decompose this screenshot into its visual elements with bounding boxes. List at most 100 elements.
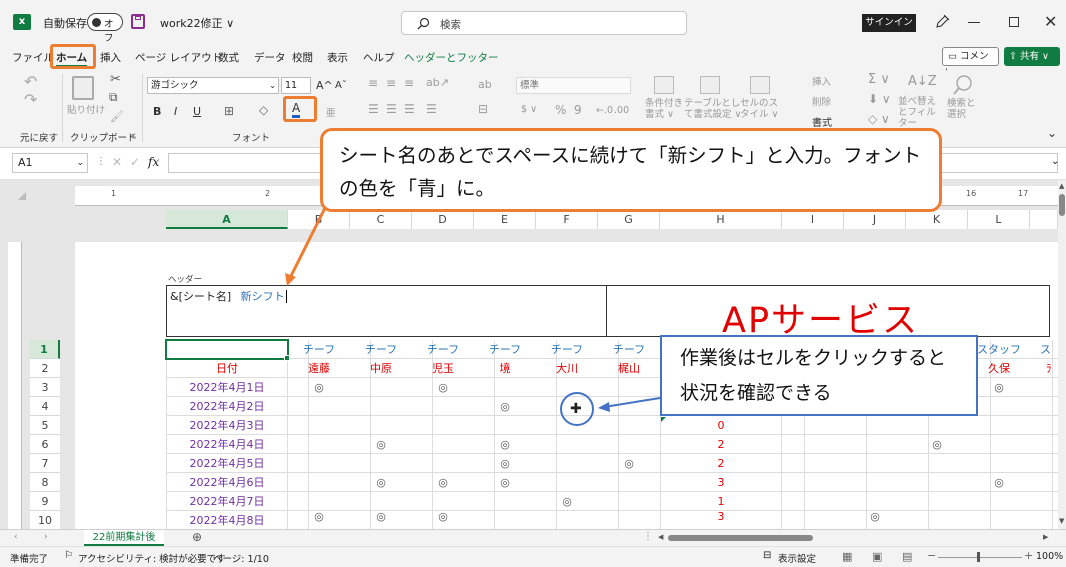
align-bottom-icon[interactable]: ≡ bbox=[404, 76, 414, 90]
prev-sheet-icon[interactable]: ‹ bbox=[14, 532, 18, 542]
comment-button[interactable]: ▭ コメント bbox=[942, 47, 999, 79]
clipboard-launcher-icon[interactable]: ⬊ bbox=[130, 132, 137, 141]
horizontal-scroll-thumb[interactable] bbox=[668, 535, 813, 541]
decrease-decimal-icon[interactable]: .00 bbox=[614, 105, 629, 116]
paste-label[interactable]: 貼り付け bbox=[67, 102, 105, 116]
paste-icon[interactable] bbox=[72, 76, 94, 100]
font-color-button[interactable]: A bbox=[292, 102, 301, 118]
align-middle-icon[interactable]: ≡ bbox=[386, 76, 396, 90]
autosum-icon[interactable]: Σ ∨ bbox=[868, 72, 890, 87]
restore-button[interactable] bbox=[1009, 17, 1019, 27]
font-name-select[interactable]: 游ゴシック ⌄ bbox=[147, 77, 279, 94]
shrink-font-icon[interactable]: Aˇ bbox=[335, 80, 347, 91]
display-settings-icon[interactable]: ⊟ bbox=[763, 550, 771, 561]
tab-formulas[interactable]: 数式 bbox=[218, 50, 239, 65]
find-select-label[interactable]: 検索と選択 bbox=[947, 98, 977, 120]
collapse-ribbon-icon[interactable]: ⌄ bbox=[1047, 126, 1057, 140]
wrap-text-icon[interactable]: ab bbox=[478, 78, 492, 91]
zoom-out-icon[interactable]: − bbox=[927, 549, 936, 562]
fill-color-icon[interactable]: ◇ bbox=[259, 103, 268, 117]
cell-style-label[interactable]: セルのスタイル ∨ bbox=[740, 98, 784, 120]
enter-icon[interactable]: ✓ bbox=[130, 155, 140, 169]
tab-help[interactable]: ヘルプ bbox=[363, 50, 395, 65]
italic-button[interactable]: I bbox=[174, 105, 177, 118]
comma-button[interactable]: 9 bbox=[574, 103, 582, 117]
scroll-thumb[interactable] bbox=[1059, 194, 1065, 216]
close-button[interactable]: ✕ bbox=[1044, 12, 1057, 31]
autosave-toggle[interactable]: オフ bbox=[87, 13, 123, 44]
tab-insert[interactable]: 挿入 bbox=[100, 50, 121, 65]
accessibility-icon[interactable]: ⚐ bbox=[64, 550, 73, 561]
zoom-level[interactable]: 100% bbox=[1036, 551, 1063, 562]
align-center-icon[interactable]: ☰ bbox=[386, 102, 397, 116]
sort-filter-icon[interactable]: A↓Z bbox=[908, 74, 937, 89]
filename[interactable]: work22修正 ∨ bbox=[160, 15, 234, 31]
cancel-icon[interactable]: ✕ bbox=[112, 155, 122, 169]
orientation-icon[interactable]: ab↗ bbox=[426, 76, 449, 89]
page-break-view-icon[interactable]: ▤ bbox=[902, 550, 912, 563]
page-layout-view-icon[interactable]: ▣ bbox=[872, 550, 882, 563]
signin-button[interactable]: サインイン bbox=[862, 14, 916, 32]
scroll-down-icon[interactable]: ▼ bbox=[1059, 517, 1064, 525]
minimize-button[interactable] bbox=[968, 22, 980, 23]
fill-icon[interactable]: ⬇ ∨ bbox=[868, 92, 891, 106]
clear-icon[interactable]: ◇ ∨ bbox=[868, 112, 890, 126]
underline-button[interactable]: U bbox=[193, 105, 201, 118]
tab-review[interactable]: 校閲 bbox=[292, 50, 313, 65]
percent-button[interactable]: % bbox=[555, 103, 566, 117]
scroll-up-icon[interactable]: ▲ bbox=[1059, 182, 1064, 190]
display-settings-label[interactable]: 表示設定 bbox=[778, 551, 816, 565]
align-top-icon[interactable]: ≡ bbox=[368, 76, 378, 90]
hscroll-left-icon[interactable]: ◀ bbox=[658, 533, 663, 541]
format-painter-icon[interactable]: 🖌 bbox=[110, 110, 124, 123]
vertical-scrollbar[interactable]: ▲ ▼ bbox=[1058, 180, 1066, 529]
align-left-icon[interactable]: ☰ bbox=[368, 102, 379, 116]
tab-file[interactable]: ファイル bbox=[12, 50, 54, 65]
borders-icon[interactable]: ⊞ bbox=[224, 104, 234, 118]
cut-icon[interactable]: ✂ bbox=[110, 72, 121, 87]
save-icon[interactable] bbox=[131, 14, 145, 29]
tab-data[interactable]: データ bbox=[254, 50, 286, 65]
cond-format-icon[interactable] bbox=[654, 76, 674, 94]
grow-font-icon[interactable]: A^ bbox=[316, 79, 333, 92]
undo-icon[interactable]: ↶ bbox=[24, 72, 37, 91]
search-box[interactable]: 検索 bbox=[401, 11, 687, 35]
next-sheet-icon[interactable]: › bbox=[44, 532, 48, 542]
zoom-in-icon[interactable]: + bbox=[1024, 549, 1033, 562]
copy-icon[interactable]: ⧉ bbox=[109, 90, 118, 105]
name-box[interactable]: A1 ⌄ bbox=[12, 153, 88, 173]
tab-view[interactable]: 表示 bbox=[327, 50, 348, 65]
merge-icon[interactable]: ⊟ bbox=[478, 102, 488, 116]
phonetic-icon[interactable]: 亜 bbox=[326, 105, 336, 119]
delete-cells-button[interactable]: 削除 bbox=[812, 94, 831, 108]
align-right-icon[interactable]: ☰ bbox=[404, 102, 415, 116]
font-size-select[interactable]: 11 bbox=[281, 77, 311, 94]
indent-icon[interactable]: ☰ bbox=[426, 102, 437, 116]
share-button[interactable]: ⇪ 共有 ∨ bbox=[1004, 47, 1060, 66]
redo-icon[interactable]: ↷ bbox=[24, 90, 37, 109]
find-icon[interactable] bbox=[952, 74, 974, 96]
zoom-slider-thumb[interactable] bbox=[977, 552, 980, 562]
zoom-slider[interactable] bbox=[938, 552, 1022, 562]
add-sheet-icon[interactable]: ⊕ bbox=[192, 530, 202, 544]
increase-decimal-icon[interactable]: ←.0 bbox=[596, 105, 613, 116]
tab-page-layout[interactable]: ページ レイアウト bbox=[135, 50, 222, 65]
bold-button[interactable]: B bbox=[153, 105, 161, 118]
normal-view-icon[interactable]: ▦ bbox=[842, 550, 852, 563]
tab-header-footer[interactable]: ヘッダーとフッター bbox=[404, 50, 499, 65]
sheet-tab[interactable]: 22前期集計後 bbox=[84, 530, 164, 546]
cell-style-icon[interactable] bbox=[750, 76, 770, 94]
table-format-label[interactable]: テーブルとして書式設定 ∨ bbox=[684, 98, 742, 120]
table-format-icon[interactable] bbox=[700, 76, 720, 94]
cond-format-label[interactable]: 条件付き書式 ∨ bbox=[645, 98, 685, 120]
sort-filter-label[interactable]: 並べ替えとフィルター bbox=[898, 96, 942, 129]
expand-formula-icon[interactable]: ⌄ bbox=[1051, 156, 1059, 167]
insert-cells-button[interactable]: 挿入 bbox=[812, 74, 831, 88]
fx-button[interactable]: fx bbox=[148, 155, 159, 169]
hscroll-right-icon[interactable]: ▶ bbox=[1043, 533, 1048, 541]
pen-icon[interactable] bbox=[934, 14, 950, 30]
number-format-select[interactable]: 標準 bbox=[516, 77, 631, 94]
accessibility-status[interactable]: アクセシビリティ: 検討が必要です bbox=[78, 551, 226, 565]
currency-icon[interactable]: $ ∨ bbox=[521, 104, 537, 115]
format-cells-button[interactable]: 書式 bbox=[812, 114, 832, 129]
